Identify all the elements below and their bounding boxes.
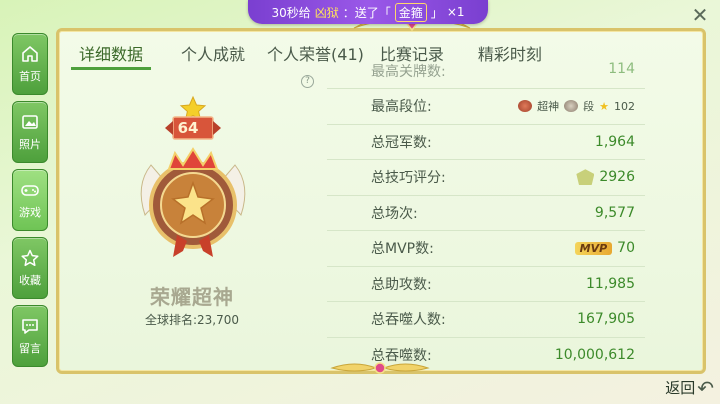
tab-bar: 详细数据 个人成就 个人荣誉(41) 比赛记录 精彩时刻 (71, 39, 550, 70)
banner-sent-text: ：送了「 (342, 5, 391, 20)
mvp-count: 70 (617, 240, 635, 257)
banner-suffix: 」 (430, 5, 443, 20)
sidebar-item-label: 照片 (19, 138, 41, 151)
sidebar-item-label: 留言 (19, 342, 41, 355)
stat-value: 1,964 (594, 133, 635, 150)
stat-label: 最高关牌数: (371, 64, 446, 80)
tier-name: 超神 (537, 100, 560, 114)
tab-honors[interactable]: 个人荣誉(41) (259, 39, 372, 70)
tier-sub: 段 (583, 100, 595, 114)
stat-value: 2926 (576, 169, 635, 186)
stat-value: MVP 70 (574, 240, 635, 257)
message-icon (22, 319, 38, 334)
wing-ornament-bottom-icon (330, 362, 430, 374)
sidebar-item-home[interactable]: 首页 (12, 33, 48, 95)
stat-label: 最高段位: (371, 99, 432, 116)
stat-row-mvp: 总MVP数: MVP 70 (327, 231, 645, 267)
skill-score-value: 2926 (599, 169, 635, 186)
photo-icon (22, 115, 38, 129)
stat-row-assists: 总助攻数: 11,985 (327, 267, 645, 302)
sidebar-item-photo[interactable]: 照片 (12, 101, 48, 163)
stat-value: 11,985 (586, 275, 635, 292)
back-button[interactable]: 返回 ↶ (665, 377, 714, 398)
home-icon (22, 46, 38, 62)
back-label: 返回 (665, 379, 696, 397)
gamepad-icon (21, 185, 39, 196)
sidebar-item-favorites[interactable]: 收藏 (12, 237, 48, 299)
sidebar-item-label: 收藏 (19, 274, 41, 287)
help-icon[interactable]: ? (301, 75, 314, 88)
tab-achievements[interactable]: 个人成就 (173, 39, 253, 70)
stat-value: 10,000,612 (554, 347, 635, 364)
gift-notification-banner: 30秒给 凶狱 ：送了「 金箍」 ×1 (248, 0, 488, 24)
tier-sub-icon (564, 100, 579, 113)
sidebar-item-label: 游戏 (19, 206, 41, 219)
tab-highlights[interactable]: 精彩时刻 (470, 39, 550, 70)
sidebar-item-messages[interactable]: 留言 (12, 305, 48, 367)
banner-gift-name: 金箍 (394, 2, 427, 22)
star-icon: ★ (599, 99, 609, 113)
stat-label: 总吞噬人数: (371, 312, 446, 329)
stat-row-matches: 总场次: 9,577 (327, 196, 645, 231)
tab-detailed-data[interactable]: 详细数据 (71, 39, 152, 70)
stat-row-championships: 总冠军数: 1,964 (327, 125, 645, 160)
close-icon[interactable]: ✕ (690, 5, 710, 25)
stat-label: 总技巧评分: (371, 170, 446, 187)
tier-stars: 102 (614, 99, 635, 113)
stat-value: 167,905 (577, 311, 635, 328)
sidebar-item-label: 首页 (19, 70, 41, 83)
stat-row: 最高关牌数: 114 (327, 61, 645, 89)
tier-emblem-icon (518, 100, 533, 113)
profile-panel: 详细数据 个人成就 个人荣誉(41) 比赛记录 精彩时刻 ? 64 荣耀超神 全… (56, 28, 706, 374)
stat-label: 总助攻数: (371, 276, 432, 293)
stat-label: 总冠军数: (371, 134, 432, 151)
sidebar: 首页 照片 游戏 收藏 留言 (12, 33, 48, 367)
stat-row-highest-tier: 最高段位: 超神 段 ★ 102 (327, 89, 645, 125)
skill-badge-icon (576, 169, 595, 186)
stat-label: 总场次: (371, 205, 418, 222)
sidebar-item-games[interactable]: 游戏 (12, 169, 48, 231)
banner-player-name: 凶狱 (314, 5, 339, 20)
rank-level: 64 (177, 119, 199, 137)
stat-label: 总MVP数: (371, 241, 434, 258)
banner-prefix: 30秒给 (271, 5, 311, 20)
rank-title: 荣耀超神 (150, 285, 234, 309)
global-rank: 全球排名:23,700 (144, 313, 240, 327)
star-icon (21, 249, 39, 267)
banner-gift-count: ×1 (446, 5, 465, 19)
stat-value: 114 (608, 61, 635, 77)
mvp-badge: MVP (574, 241, 613, 255)
stat-value: 9,577 (594, 204, 635, 221)
stat-row-skill-score: 总技巧评分: 2926 (327, 160, 645, 196)
stat-row-players-devoured: 总吞噬人数: 167,905 (327, 302, 645, 338)
stats-list: 最高关牌数: 114 最高段位: 超神 段 ★ 102 总冠军数: 1,964 … (327, 61, 645, 371)
stat-value: 超神 段 ★ 102 (518, 98, 635, 114)
back-arrow-icon: ↶ (697, 375, 714, 400)
